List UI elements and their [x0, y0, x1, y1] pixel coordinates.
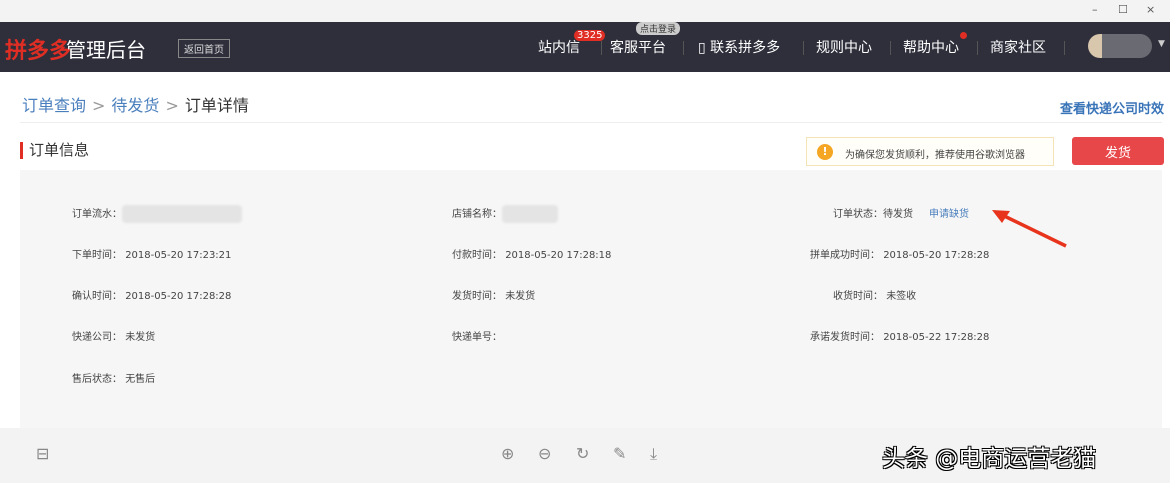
value: 2018-05-20 17:28:18: [505, 250, 612, 261]
divider: [601, 41, 602, 55]
app-title: 管理后台: [66, 38, 146, 62]
value: 2018-05-20 17:23:21: [125, 250, 232, 261]
value: 未发货: [125, 332, 156, 343]
download-icon[interactable]: ⤓: [650, 444, 657, 464]
chevron-right-icon: >: [165, 96, 179, 115]
nav-contact-label: 联系拼多多: [710, 40, 781, 56]
nav-community[interactable]: 商家社区: [990, 37, 1046, 57]
divider: [1064, 41, 1065, 55]
phone-icon: ▯: [698, 40, 706, 56]
breadcrumb-current: 订单详情: [184, 96, 249, 115]
divider: [890, 41, 891, 55]
label: 订单状态：: [833, 209, 883, 220]
redacted-value: [122, 205, 242, 223]
breadcrumb-pending[interactable]: 待发货: [111, 96, 159, 115]
field-receive-time: 收货时间： 未签收: [833, 287, 916, 302]
label: 确认时间：: [72, 291, 122, 302]
nav-help[interactable]: 帮助中心: [903, 37, 959, 57]
express-timeliness-link[interactable]: 查看快递公司时效: [1060, 98, 1164, 117]
nav-contact[interactable]: ▯ 联系拼多多: [698, 37, 780, 57]
thumbnail-icon[interactable]: ⊟: [36, 444, 49, 463]
label: 快递公司：: [72, 332, 122, 343]
field-order-time: 下单时间： 2018-05-20 17:23:21: [72, 246, 231, 261]
field-courier: 快递公司： 未发货: [72, 328, 155, 343]
label: 下单时间：: [72, 250, 122, 261]
nav-messages[interactable]: 站内信: [538, 37, 580, 57]
label: 发货时间：: [452, 291, 502, 302]
field-promise-time: 承诺发货时间： 2018-05-22 17:28:28: [810, 328, 989, 343]
field-ship-time: 发货时间： 未发货: [452, 287, 535, 302]
browser-notice: ! 为确保您发货顺利，推荐使用谷歌浏览器: [806, 137, 1054, 166]
field-pay-time: 付款时间： 2018-05-20 17:28:18: [452, 246, 611, 261]
redacted-value: [502, 205, 558, 223]
label: 付款时间：: [452, 250, 502, 261]
watermark: 头条 @电商运营老猫: [882, 446, 1097, 472]
warning-icon: !: [817, 144, 833, 160]
divider: [683, 41, 684, 55]
field-confirm-time: 确认时间： 2018-05-20 17:28:28: [72, 287, 231, 302]
value: 无售后: [125, 374, 156, 385]
value: 2018-05-22 17:28:28: [883, 332, 990, 343]
label: 拼单成功时间：: [810, 250, 880, 261]
chevron-down-icon[interactable]: ▼: [1158, 39, 1165, 49]
nav-rules[interactable]: 规则中心: [816, 37, 872, 57]
label: 售后状态：: [72, 374, 122, 385]
red-arrow-annotation: [992, 210, 1067, 248]
value: 待发货: [883, 209, 913, 220]
maximize-button[interactable]: ☐: [1118, 3, 1128, 16]
bottom-toolbar: ⊟ ⊕ ⊖ ↻ ✎ ⤓ 头条 @电商运营老猫: [0, 428, 1170, 483]
close-button[interactable]: ×: [1146, 3, 1155, 16]
login-tooltip[interactable]: 点击登录: [636, 22, 681, 35]
label: 收货时间：: [833, 291, 883, 302]
section-title: 订单信息: [20, 142, 89, 159]
label: 订单流水：: [72, 209, 122, 220]
label: 承诺发货时间：: [810, 332, 880, 343]
rotate-icon[interactable]: ↻: [576, 444, 589, 463]
label: 快递单号：: [452, 332, 502, 343]
field-serial: 订单流水：: [72, 205, 242, 223]
value: 未签收: [886, 291, 917, 302]
field-shop: 店铺名称：: [452, 205, 558, 223]
ship-button[interactable]: 发货: [1072, 137, 1164, 165]
logo[interactable]: 拼多多: [5, 33, 71, 65]
field-aftersale: 售后状态： 无售后: [72, 370, 155, 385]
edit-icon[interactable]: ✎: [613, 444, 626, 463]
zoom-in-icon[interactable]: ⊕: [501, 444, 514, 463]
nav-customer-service[interactable]: 客服平台: [610, 37, 666, 57]
minimize-button[interactable]: –: [1092, 3, 1098, 16]
notice-text: 为确保您发货顺利，推荐使用谷歌浏览器: [845, 150, 1025, 161]
chevron-right-icon: >: [92, 96, 106, 115]
value: 未发货: [505, 291, 536, 302]
window-titlebar: – ☐ ×: [0, 0, 1170, 22]
breadcrumb-order-query[interactable]: 订单查询: [22, 96, 86, 115]
breadcrumb: 订单查询 > 待发货 > 订单详情: [22, 92, 249, 116]
apply-shortage-link[interactable]: 申请缺货: [929, 209, 969, 220]
value: 2018-05-20 17:28:28: [883, 250, 990, 261]
home-button[interactable]: 返回首页: [178, 39, 230, 58]
zoom-out-icon[interactable]: ⊖: [538, 444, 551, 463]
field-status: 订单状态：待发货 申请缺货: [833, 205, 969, 220]
divider: [803, 41, 804, 55]
user-avatar[interactable]: [1088, 34, 1152, 58]
value: 2018-05-20 17:28:28: [125, 291, 232, 302]
field-group-time: 拼单成功时间： 2018-05-20 17:28:28: [810, 246, 989, 261]
label: 店铺名称：: [452, 209, 502, 220]
help-notification-dot: [960, 32, 967, 39]
divider: [20, 122, 1162, 123]
field-tracking: 快递单号：: [452, 328, 502, 343]
divider: [977, 41, 978, 55]
top-navbar: 拼多多 管理后台 返回首页 站内信 3325 客服平台 点击登录 ▯ 联系拼多多…: [0, 22, 1170, 72]
messages-badge: 3325: [574, 30, 606, 41]
